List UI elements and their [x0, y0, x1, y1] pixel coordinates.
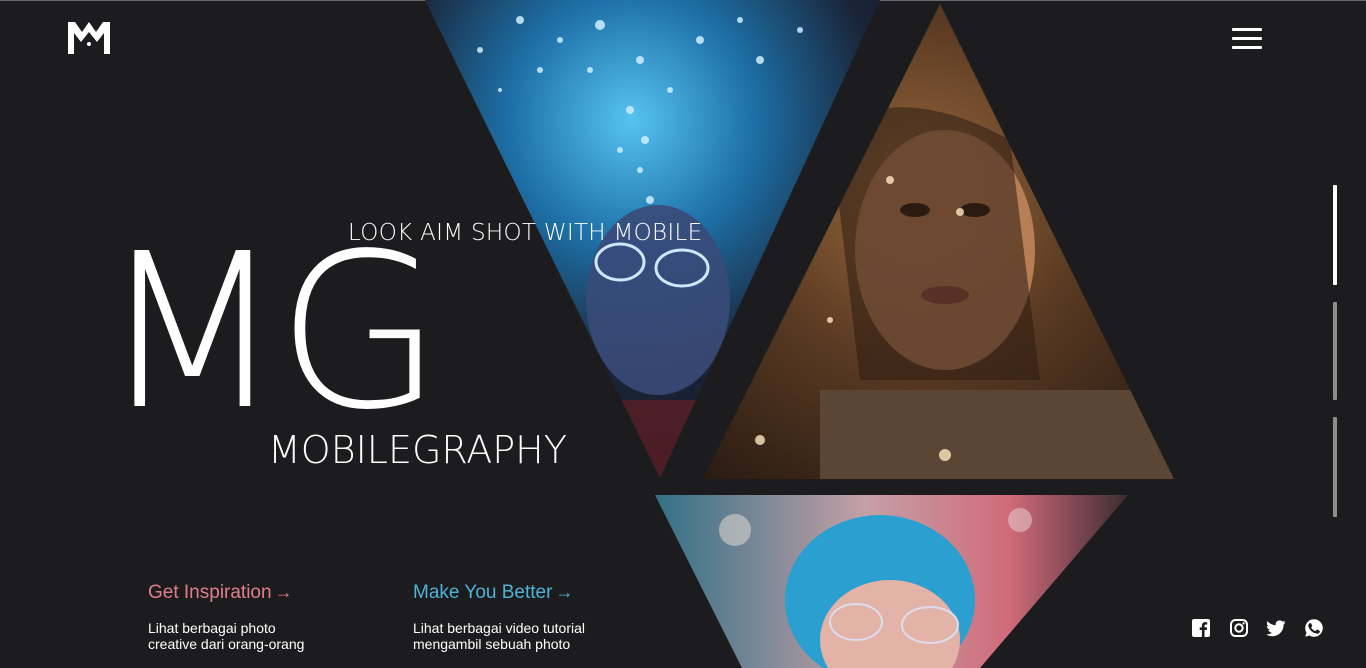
slide-indicator-3[interactable]: [1333, 417, 1337, 517]
twitter-icon[interactable]: [1266, 618, 1286, 638]
hero-title: MG: [100, 208, 442, 457]
make-you-better-link[interactable]: Make You Better →: [413, 582, 573, 604]
whatsapp-icon[interactable]: [1304, 618, 1324, 638]
get-inspiration-label: Get Inspiration: [148, 582, 272, 603]
facebook-icon[interactable]: [1191, 618, 1211, 638]
make-you-better-label: Make You Better: [413, 582, 553, 603]
slide-indicator-1[interactable]: [1333, 185, 1337, 285]
arrow-right-icon: →: [274, 582, 293, 602]
slide-indicator-2[interactable]: [1333, 302, 1337, 400]
arrow-right-icon: →: [555, 582, 574, 602]
hero-subtitle: MOBILEGRAPHY: [268, 428, 567, 472]
instagram-icon[interactable]: [1229, 618, 1249, 638]
mg-logo[interactable]: [66, 20, 112, 56]
hamburger-menu-icon[interactable]: [1232, 28, 1262, 50]
get-inspiration-link[interactable]: Get Inspiration →: [148, 582, 293, 604]
get-inspiration-description: Lihat berbagai photo creative dari orang…: [148, 620, 305, 652]
make-you-better-description: Lihat berbagai video tutorial mengambil …: [413, 620, 586, 652]
